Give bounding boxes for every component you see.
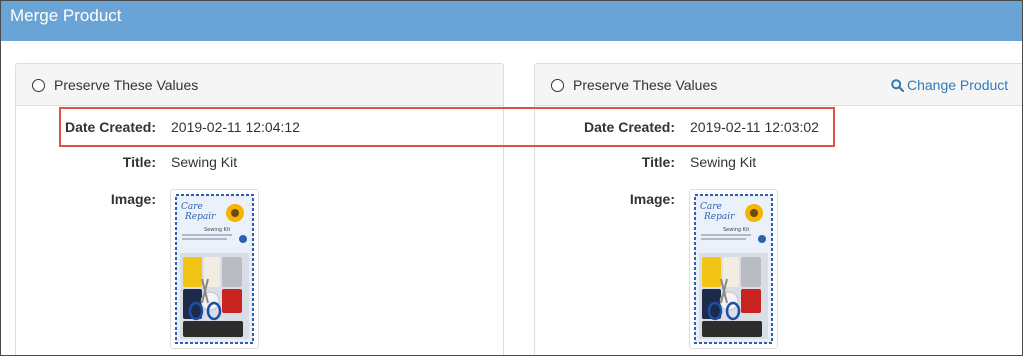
svg-text:Care: Care: [181, 202, 203, 212]
sewing-kit-image: Care Repair Sewing Kit: [693, 193, 774, 345]
image-label: Image:: [629, 191, 675, 207]
title-label: Title:: [122, 154, 156, 170]
merge-product-dialog: Merge Product Preserve These Values Date…: [0, 0, 1023, 356]
preserve-values-label-right: Preserve These Values: [573, 77, 718, 93]
search-icon: [891, 79, 905, 93]
left-product-panel: Preserve These Values Date Created: 2019…: [15, 63, 504, 355]
title-bar: Merge Product: [1, 1, 1022, 41]
product-image[interactable]: Care Repair Sewing Kit: [689, 189, 778, 349]
date-created-value: 2019-02-11 12:04:12: [171, 119, 300, 135]
preserve-values-radio-left[interactable]: [32, 79, 45, 92]
title-value: Sewing Kit: [690, 154, 757, 170]
preserve-values-radio-right[interactable]: [551, 79, 564, 92]
title-label: Title:: [641, 154, 675, 170]
svg-text:Sewing Kit: Sewing Kit: [723, 227, 749, 233]
image-label: Image:: [110, 191, 156, 207]
preserve-values-label-left: Preserve These Values: [54, 77, 199, 93]
svg-text:Repair: Repair: [703, 212, 735, 222]
change-product-label: Change Product: [907, 77, 1009, 93]
date-created-label: Date Created:: [64, 119, 156, 135]
right-panel-header: Preserve These Values Change Product: [535, 64, 1022, 106]
sewing-kit-image: Care Repair Sewing Kit: [174, 193, 255, 345]
left-panel-header: Preserve These Values: [16, 64, 503, 106]
right-product-panel: Preserve These Values Change Product Dat…: [534, 63, 1022, 355]
svg-text:Care: Care: [700, 202, 722, 212]
dialog-title: Merge Product: [10, 6, 122, 25]
change-product-link[interactable]: Change Product: [891, 77, 1008, 93]
title-value: Sewing Kit: [171, 154, 238, 170]
product-image[interactable]: Care Repair Sewing Kit: [170, 189, 259, 349]
svg-text:Repair: Repair: [184, 212, 216, 222]
date-created-value: 2019-02-11 12:03:02: [690, 119, 819, 135]
date-created-label: Date Created:: [583, 119, 675, 135]
svg-text:Sewing Kit: Sewing Kit: [204, 227, 230, 233]
